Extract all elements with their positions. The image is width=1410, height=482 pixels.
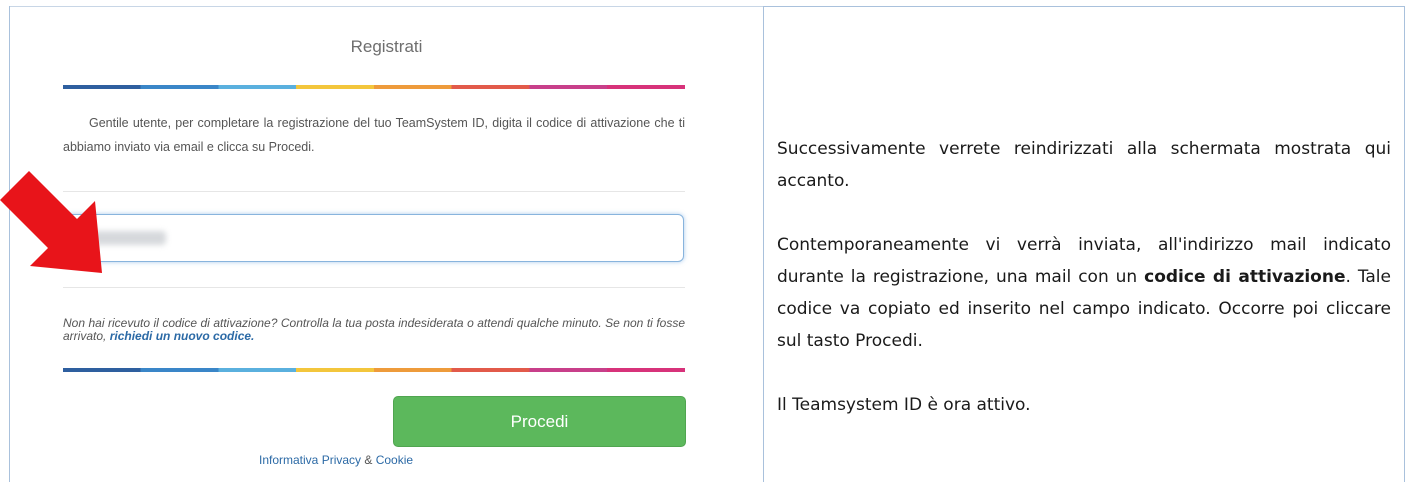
privacy-footer: Informativa Privacy & Cookie [259,453,413,467]
explanation-paragraph-2: Contemporaneamente vi verrà inviata, all… [777,229,1391,357]
explanation-paragraph-3: Il Teamsystem ID è ora attivo. [777,395,1031,415]
form-title: Registrati [350,37,423,56]
color-stripe-bottom [63,368,685,372]
explanation-text: Successivamente verrete reindirizzati al… [777,133,1391,421]
privacy-policy-link[interactable]: Informativa Privacy [259,453,361,467]
separator [63,287,685,288]
frame-middle-border [763,6,764,482]
request-new-code-link[interactable]: richiedi un nuovo codice. [110,329,255,343]
color-stripe-top [63,85,685,89]
procedi-button[interactable]: Procedi [393,396,686,447]
help-text: Non hai ricevuto il codice di attivazion… [63,317,685,343]
privacy-separator: & [361,453,376,467]
red-arrow-icon [0,171,102,273]
explanation-paragraph-1: Successivamente verrete reindirizzati al… [777,139,1391,191]
separator [63,191,685,192]
form-instructions: Gentile utente, per completare la regist… [63,116,685,154]
frame-right-border [1404,6,1405,482]
activation-code-emphasis: codice di attivazione [1144,267,1346,287]
frame-top-right [764,6,1404,7]
cookie-link[interactable]: Cookie [376,453,413,467]
